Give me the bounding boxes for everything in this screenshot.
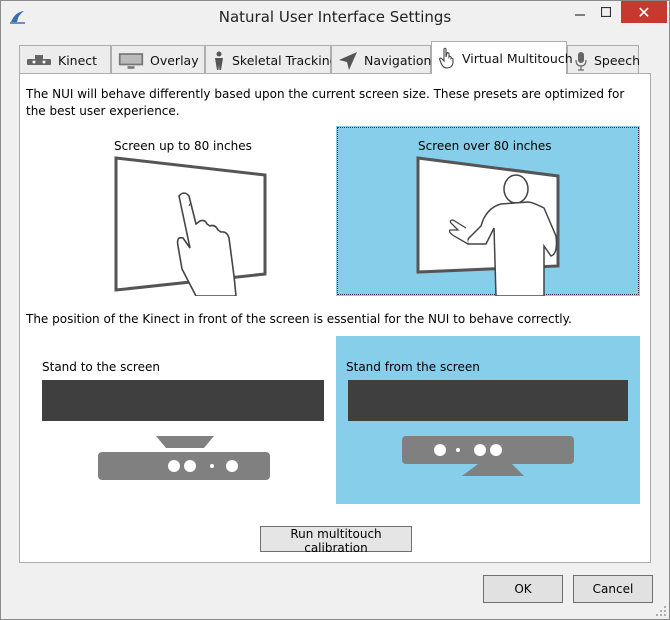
cursor-arrow-icon	[338, 51, 358, 71]
kinect-sensor-icon	[402, 436, 574, 476]
person-at-screen-illustration	[416, 156, 560, 296]
tab-overlay[interactable]: Overlay	[111, 45, 205, 75]
preset-stand-to-screen[interactable]: Stand to the screen	[26, 336, 328, 504]
preset-stand-from-screen[interactable]: Stand from the screen	[336, 336, 640, 504]
tab-label: Overlay	[150, 53, 199, 68]
ok-button[interactable]: OK	[483, 575, 563, 603]
run-calibration-button[interactable]: Run multitouch calibration	[260, 526, 412, 555]
intro-text: The NUI will behave differently based up…	[26, 87, 625, 118]
person-icon	[212, 51, 226, 71]
position-text: The position of the Kinect in front of t…	[26, 312, 572, 326]
tab-speech[interactable]: Speech	[567, 45, 641, 75]
hand-pointer-icon	[438, 47, 456, 69]
microphone-icon	[574, 51, 588, 71]
maximize-button[interactable]	[593, 1, 619, 23]
maximize-icon	[601, 7, 611, 17]
close-button[interactable]: ✕	[621, 1, 667, 23]
screen-touch-illustration	[114, 156, 267, 296]
preset-large-screen[interactable]: Screen over 80 inches	[336, 126, 640, 296]
tab-label: Speech	[594, 53, 641, 68]
title-bar[interactable]: Natural User Interface Settings ✕	[1, 1, 669, 33]
preset-small-screen[interactable]: Screen up to 80 inches	[24, 126, 324, 296]
tab-kinect[interactable]: Kinect	[19, 45, 111, 75]
tab-navigation[interactable]: Navigation	[331, 45, 431, 75]
settings-window: Natural User Interface Settings ✕ Kinect…	[0, 0, 670, 620]
tab-virtual-multitouch[interactable]: Virtual Multitouch	[431, 41, 573, 74]
kinect-icon	[26, 51, 52, 71]
tab-label: Navigation	[364, 53, 432, 68]
cancel-button[interactable]: Cancel	[573, 575, 653, 603]
tab-label: Virtual Multitouch	[462, 50, 573, 66]
virtual-multitouch-panel: The NUI will behave differently based up…	[19, 73, 651, 563]
minimize-icon	[575, 14, 585, 16]
close-icon: ✕	[637, 2, 651, 22]
kinect-sensor-icon	[98, 436, 270, 480]
tab-skeletal-tracking[interactable]: Skeletal Tracking	[205, 45, 338, 75]
resize-grip-icon[interactable]	[655, 605, 667, 617]
monitor-icon	[118, 51, 144, 71]
tab-label: Kinect	[58, 53, 98, 68]
minimize-button[interactable]	[567, 1, 593, 23]
tab-label: Skeletal Tracking	[232, 53, 338, 68]
